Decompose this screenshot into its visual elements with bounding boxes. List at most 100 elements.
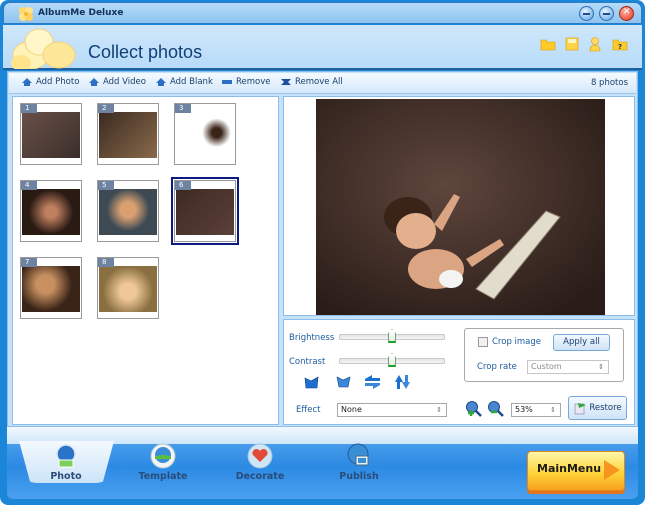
- brightness-label: Brightness: [289, 333, 335, 343]
- main-panel: Add Photo Add Video Add Blank Remove Rem…: [7, 71, 638, 427]
- tab-photo[interactable]: Photo: [31, 443, 101, 485]
- zoom-level-select[interactable]: 53%: [511, 403, 561, 417]
- remove-button[interactable]: Remove: [221, 77, 271, 87]
- remove-label: Remove: [236, 77, 271, 87]
- app-window: AlbumMe Deluxe Collect photos ?: [0, 0, 645, 505]
- photo-image: [99, 266, 157, 312]
- title-bar[interactable]: AlbumMe Deluxe: [3, 2, 642, 24]
- remove-all-icon: [281, 79, 291, 85]
- decorate-heart-icon: [247, 443, 273, 469]
- arrow-right-icon: [604, 460, 620, 480]
- remove-all-label: Remove All: [295, 77, 343, 87]
- crop-rate-select[interactable]: Custom: [527, 360, 609, 374]
- thumbnail-list[interactable]: 1 2 3 4 5 6 7 8: [12, 96, 279, 425]
- photo-image: [99, 189, 157, 235]
- bottom-nav: Photo Template Decorate Publish MainMenu: [7, 427, 638, 499]
- thumbnail-number: 6: [175, 181, 191, 190]
- add-video-icon: [89, 78, 99, 86]
- thumbnail-number: 8: [98, 258, 114, 267]
- window-title: AlbumMe Deluxe: [38, 8, 124, 18]
- crop-image-checkbox[interactable]: [478, 337, 488, 347]
- photo-image: [176, 112, 234, 158]
- thumbnail-number: 4: [21, 181, 37, 190]
- brightness-slider[interactable]: [339, 329, 445, 343]
- close-button[interactable]: [619, 6, 634, 21]
- contrast-slider[interactable]: [339, 353, 445, 367]
- thumbnail-8[interactable]: 8: [97, 257, 159, 319]
- thumbnail-number: 3: [175, 104, 191, 113]
- open-folder-icon[interactable]: [540, 36, 556, 52]
- page-title: Collect photos: [88, 42, 203, 62]
- rotate-up-down-icon[interactable]: [394, 374, 411, 390]
- help-icon[interactable]: ?: [612, 36, 628, 52]
- add-video-button[interactable]: Add Video: [88, 77, 146, 87]
- thumbnail-1[interactable]: 1: [20, 103, 82, 165]
- tab-publish[interactable]: Publish: [324, 443, 394, 485]
- photo-image: [176, 189, 234, 235]
- tab-photo-label: Photo: [50, 471, 82, 482]
- thumbnail-3[interactable]: 3: [174, 103, 236, 165]
- zoom-out-icon[interactable]: [487, 400, 504, 417]
- thumbnail-number: 7: [21, 258, 37, 267]
- photo-image: [22, 189, 80, 235]
- contrast-slider-handle[interactable]: [388, 353, 396, 367]
- thumbnail-5[interactable]: 5: [97, 180, 159, 242]
- effect-select[interactable]: None: [337, 403, 447, 417]
- photo-count: 8 photos: [590, 78, 628, 88]
- effect-label: Effect: [296, 405, 321, 415]
- thumbnail-7[interactable]: 7: [20, 257, 82, 319]
- contrast-label: Contrast: [289, 357, 326, 367]
- publish-globe-icon: [347, 443, 369, 466]
- minimize-button[interactable]: [579, 6, 594, 21]
- restore-button[interactable]: Restore: [568, 396, 627, 420]
- preview-photo: [316, 99, 605, 315]
- add-photo-button[interactable]: Add Photo: [21, 77, 79, 87]
- crop-image-label: Crop image: [492, 337, 542, 347]
- tab-template-label: Template: [138, 471, 188, 482]
- photo-preview: [283, 96, 635, 316]
- main-menu-label: MainMenu: [537, 462, 602, 475]
- add-video-label: Add Video: [103, 77, 146, 87]
- tab-decorate[interactable]: Decorate: [225, 443, 295, 485]
- maximize-button[interactable]: [599, 6, 614, 21]
- clover-logo-icon: [11, 28, 76, 69]
- apply-all-button[interactable]: Apply all: [553, 334, 610, 351]
- crop-rate-label: Crop rate: [477, 362, 517, 372]
- flip-vertical-icon[interactable]: [335, 374, 352, 390]
- page-header: Collect photos ?: [3, 25, 642, 70]
- add-blank-button[interactable]: Add Blank: [155, 77, 213, 87]
- photo-toolbar: Add Photo Add Video Add Blank Remove Rem…: [9, 73, 636, 94]
- add-photo-icon: [22, 78, 32, 86]
- thumbnail-2[interactable]: 2: [97, 103, 159, 165]
- photo-image: [99, 112, 157, 158]
- crop-group: Crop image Apply all Crop rate Custom: [464, 328, 624, 382]
- zoom-in-icon[interactable]: [465, 400, 482, 417]
- tab-decorate-label: Decorate: [235, 471, 285, 482]
- rotate-left-right-icon[interactable]: [364, 374, 381, 390]
- thumbnail-6[interactable]: 6: [171, 177, 239, 245]
- photo-image: [22, 266, 80, 312]
- brightness-slider-handle[interactable]: [388, 329, 396, 343]
- thumbnail-4[interactable]: 4: [20, 180, 82, 242]
- user-icon[interactable]: [587, 36, 603, 52]
- thumbnail-number: 5: [98, 181, 114, 190]
- flip-horizontal-icon[interactable]: [303, 374, 320, 390]
- save-icon[interactable]: [564, 36, 580, 52]
- add-blank-icon: [156, 78, 166, 86]
- photo-image: [22, 112, 80, 158]
- remove-icon: [222, 80, 232, 84]
- template-icon: [150, 443, 176, 469]
- main-menu-button[interactable]: MainMenu: [527, 451, 625, 491]
- photo-icon: [56, 444, 76, 468]
- thumbnail-number: 1: [21, 104, 37, 113]
- add-photo-label: Add Photo: [36, 77, 80, 87]
- restore-label: Restore: [589, 403, 622, 413]
- app-logo-icon: [19, 7, 33, 21]
- restore-flag-icon: [574, 403, 586, 415]
- photo-controls: Brightness Contrast Effect None ⇕ Crop i…: [283, 319, 635, 425]
- tab-template[interactable]: Template: [128, 443, 198, 485]
- tab-publish-label: Publish: [339, 471, 379, 482]
- thumbnail-number: 2: [98, 104, 114, 113]
- add-blank-label: Add Blank: [170, 77, 213, 87]
- remove-all-button[interactable]: Remove All: [280, 77, 343, 87]
